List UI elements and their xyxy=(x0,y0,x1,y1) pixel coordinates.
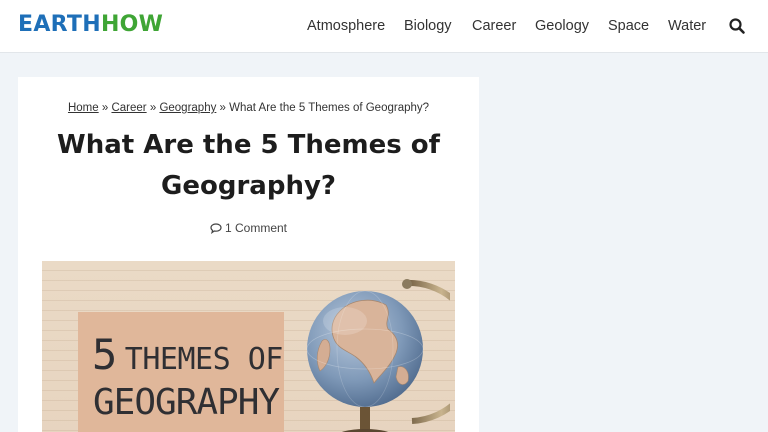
breadcrumb-separator: » xyxy=(149,102,157,114)
nav-item-water[interactable]: Water xyxy=(668,16,706,36)
logo-how: HOW xyxy=(100,12,164,37)
globe-illustration xyxy=(306,279,450,432)
nav-item-atmosphere[interactable]: Atmosphere xyxy=(307,16,385,36)
nav-item-geology[interactable]: Geology xyxy=(535,16,589,36)
breadcrumb-home[interactable]: Home xyxy=(68,102,99,114)
hero-line-1: 5 THEMES OF xyxy=(92,334,284,378)
logo-earth: EARTH xyxy=(18,12,101,37)
article-card: Home » Career » Geography » What Are the… xyxy=(18,77,479,432)
hero-line-2: GEOGRAPHY xyxy=(93,382,280,423)
featured-image: 5 THEMES OF GEOGRAPHY xyxy=(42,261,455,432)
comment-icon xyxy=(210,223,222,235)
comments-link[interactable]: 1 Comment xyxy=(18,220,479,236)
nav-item-space[interactable]: Space xyxy=(608,16,649,36)
page-title: What Are the 5 Themes of Geography? xyxy=(57,130,440,201)
hero-line-1-text: THEMES OF xyxy=(124,342,284,377)
breadcrumb: Home » Career » Geography » What Are the… xyxy=(18,101,479,116)
comments-count: 1 Comment xyxy=(224,221,288,235)
search-icon[interactable] xyxy=(728,17,746,35)
site-logo[interactable]: EARTHHOW xyxy=(18,12,163,38)
nav-item-biology[interactable]: Biology xyxy=(404,16,452,36)
breadcrumb-career[interactable]: Career xyxy=(111,102,146,114)
site-header: EARTHHOW Atmosphere Biology Career Geolo… xyxy=(0,0,768,53)
breadcrumb-separator: » xyxy=(219,102,226,114)
breadcrumb-current: What Are the 5 Themes of Geography? xyxy=(229,102,430,114)
breadcrumb-separator: » xyxy=(101,102,109,114)
hero-number: 5 xyxy=(92,330,117,379)
breadcrumb-geography[interactable]: Geography xyxy=(159,102,216,114)
nav-item-career[interactable]: Career xyxy=(472,16,516,36)
